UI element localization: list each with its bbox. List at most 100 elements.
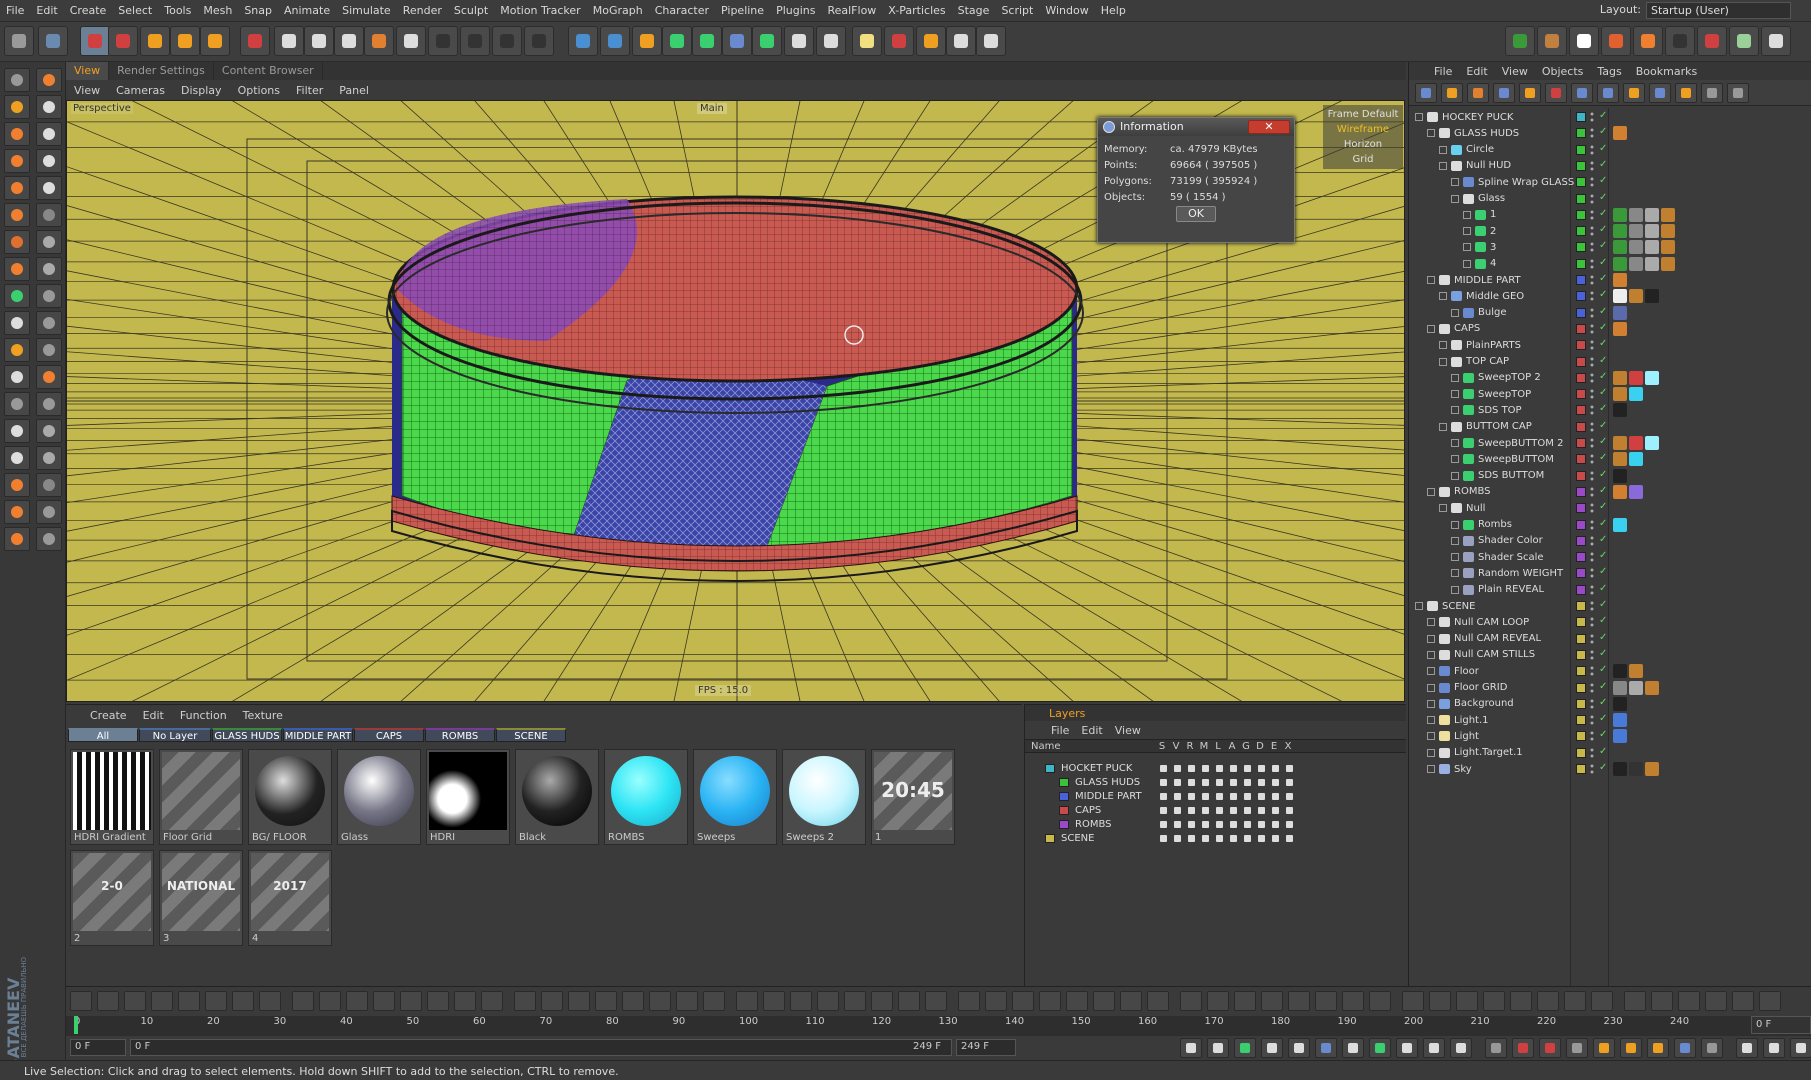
visibility-dots[interactable]: [1590, 192, 1594, 205]
object-layer-swatch[interactable]: [1576, 552, 1586, 563]
object-row-floor[interactable]: Floor ✓: [1409, 662, 1811, 680]
tag-icon[interactable]: [1613, 289, 1627, 304]
tool-button[interactable]: [4, 122, 30, 146]
timeline-tool-button[interactable]: [676, 991, 698, 1011]
stop-button[interactable]: [1450, 1038, 1472, 1058]
material-menu-edit[interactable]: Edit: [135, 709, 172, 725]
object-menu-tags[interactable]: Tags: [1590, 65, 1628, 78]
tool-button[interactable]: [4, 311, 30, 335]
expand-toggle[interactable]: [1451, 520, 1459, 529]
timeline-tool-button[interactable]: [1261, 991, 1283, 1011]
layer-toggle-icon[interactable]: [1202, 778, 1209, 786]
viewport-menu-view[interactable]: View: [66, 84, 108, 97]
timeline-tool-button[interactable]: [346, 991, 368, 1011]
visibility-dots[interactable]: [1590, 763, 1594, 775]
timeline-tool-button[interactable]: [373, 991, 395, 1011]
menu-realflow[interactable]: RealFlow: [821, 4, 882, 17]
material-sweeps-2[interactable]: Sweeps 2: [782, 749, 866, 845]
object-tool-button[interactable]: [1545, 83, 1567, 103]
visibility-dots[interactable]: [1590, 339, 1594, 352]
expand-toggle[interactable]: [1427, 276, 1435, 284]
material-tab-no-layer[interactable]: No Layer: [139, 728, 211, 742]
object-row-glass[interactable]: Glass ✓: [1409, 190, 1811, 208]
tag-icon[interactable]: [1613, 224, 1627, 239]
tool-button[interactable]: [4, 392, 30, 416]
record-off-button[interactable]: [1485, 1038, 1507, 1058]
timeline-tool-button[interactable]: [817, 991, 839, 1011]
expand-toggle[interactable]: [1451, 308, 1459, 317]
timeline-tool-button[interactable]: [1564, 991, 1586, 1011]
visibility-dots[interactable]: [1590, 502, 1594, 515]
timeline-tool-button[interactable]: [319, 991, 341, 1011]
auto-key-button[interactable]: [1539, 1038, 1561, 1058]
timeline-tool-button[interactable]: [1732, 991, 1754, 1011]
expand-toggle[interactable]: [1427, 487, 1435, 496]
layer-toggle-icon[interactable]: [1258, 806, 1265, 814]
material-2[interactable]: 2-0 2: [70, 850, 154, 946]
timeline-tool-button[interactable]: [151, 991, 173, 1011]
expand-toggle[interactable]: [1427, 129, 1435, 138]
timeline-tool-button[interactable]: [1483, 991, 1505, 1011]
enabled-check-icon[interactable]: ✓: [1599, 713, 1607, 724]
layer-toggle-icon[interactable]: [1188, 778, 1195, 786]
object-layer-swatch[interactable]: [1576, 405, 1586, 416]
timeline-tool-button[interactable]: [514, 991, 536, 1011]
menu-tools[interactable]: Tools: [158, 4, 197, 17]
layer-color-swatch[interactable]: [1045, 763, 1055, 773]
object-row-null-cam-stills[interactable]: Null CAM STILLS ✓: [1409, 646, 1811, 664]
enabled-check-icon[interactable]: ✓: [1599, 697, 1607, 708]
layer-toggle-icon[interactable]: [1216, 820, 1223, 828]
enabled-check-icon[interactable]: ✓: [1599, 599, 1607, 610]
expand-toggle[interactable]: [1439, 422, 1447, 431]
layer-toggle-icon[interactable]: [1286, 834, 1293, 842]
timeline-tool-button[interactable]: [1288, 991, 1310, 1011]
layer-toggle-icon[interactable]: [1230, 806, 1237, 814]
tag-icon[interactable]: [1613, 403, 1627, 418]
deformer-button[interactable]: [692, 26, 722, 56]
tool-button[interactable]: [36, 68, 62, 92]
layer-toggle-icon[interactable]: [1202, 806, 1209, 814]
pen-button[interactable]: [600, 26, 630, 56]
solo-a-button[interactable]: [1729, 26, 1759, 56]
tag-icon[interactable]: [1645, 207, 1659, 222]
ok-button[interactable]: OK: [1176, 206, 1216, 222]
edit-render-settings-button[interactable]: [492, 26, 522, 56]
layer-toggle-icon[interactable]: [1202, 820, 1209, 828]
timeline-tool-button[interactable]: [1705, 991, 1727, 1011]
tag-icon[interactable]: [1661, 224, 1675, 239]
timeline-tool-button[interactable]: [622, 991, 644, 1011]
object-row-spline-wrap-glass[interactable]: Spline Wrap GLASS ✓: [1409, 173, 1811, 191]
tag-icon[interactable]: [1629, 680, 1643, 695]
timeline-tool-button[interactable]: [1315, 991, 1337, 1011]
layer-toggle-icon[interactable]: [1174, 820, 1181, 828]
expand-toggle[interactable]: [1451, 406, 1459, 415]
menu-mesh[interactable]: Mesh: [197, 4, 238, 17]
visibility-dots[interactable]: [1590, 159, 1594, 172]
object-row-2[interactable]: 2 ✓: [1409, 222, 1811, 240]
plugin-d-button[interactable]: [976, 26, 1006, 56]
layer-toggle-icon[interactable]: [1188, 834, 1195, 842]
timeline-tool-button[interactable]: [985, 991, 1007, 1011]
object-layer-swatch[interactable]: [1576, 633, 1586, 644]
object-menu-bookmarks[interactable]: Bookmarks: [1629, 65, 1704, 78]
viewport-menu-panel[interactable]: Panel: [331, 84, 377, 97]
object-row-sky[interactable]: Sky ✓: [1409, 760, 1811, 778]
tool-button[interactable]: [4, 68, 30, 92]
object-row-hockey-puck[interactable]: HOCKEY PUCK ✓: [1409, 108, 1811, 126]
visibility-dots[interactable]: [1590, 111, 1594, 123]
object-tool-button[interactable]: [1675, 83, 1697, 103]
timeline-tool-button[interactable]: [958, 991, 980, 1011]
object-tool-button[interactable]: [1415, 83, 1437, 103]
visibility-dots[interactable]: [1590, 208, 1594, 221]
visibility-dots[interactable]: [1590, 648, 1594, 661]
layer-toggle-icon[interactable]: [1272, 764, 1279, 772]
tag-icon[interactable]: [1613, 207, 1627, 222]
tool-button[interactable]: [4, 95, 30, 119]
object-menu-file[interactable]: File: [1427, 65, 1459, 78]
cube-button[interactable]: [568, 26, 598, 56]
layer-toggle-icon[interactable]: [1160, 778, 1167, 786]
layer-row[interactable]: ROMBS: [1031, 817, 1401, 831]
object-layer-swatch[interactable]: [1576, 535, 1586, 546]
object-row-circle[interactable]: Circle ✓: [1409, 141, 1811, 159]
solo-b-button[interactable]: [1761, 26, 1791, 56]
